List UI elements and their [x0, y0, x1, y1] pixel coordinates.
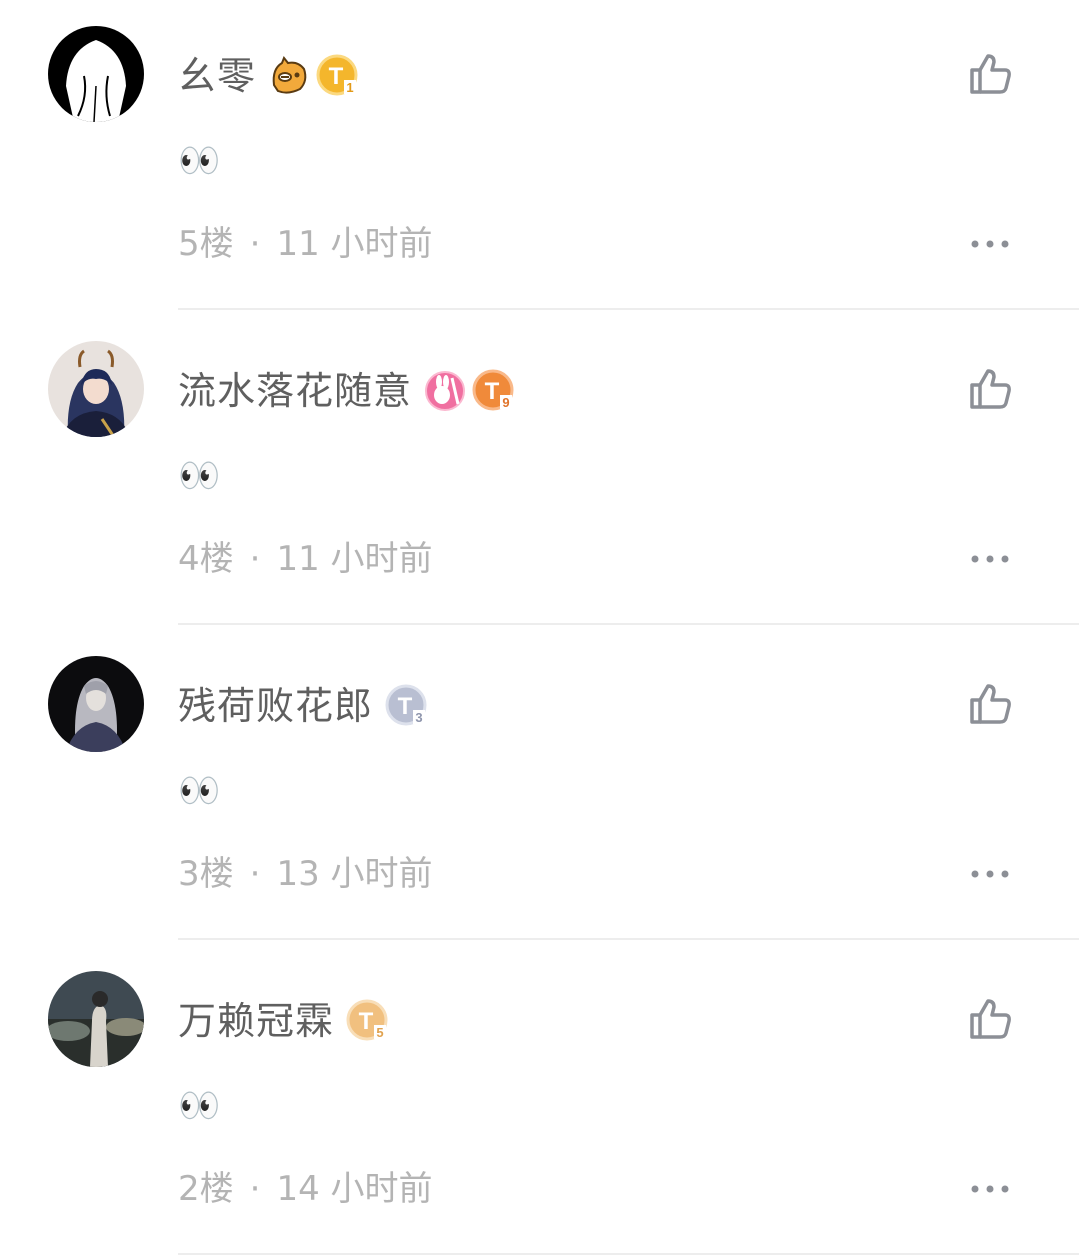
more-dots-icon	[971, 1185, 1009, 1193]
more-button[interactable]	[966, 858, 1014, 890]
user-info: 幺零 T 1	[178, 46, 360, 106]
thumbs-up-icon	[970, 369, 1011, 409]
comment-meta: 4楼 · 11 小时前	[178, 533, 433, 585]
avatar[interactable]	[48, 26, 144, 122]
badge-label: T	[398, 693, 413, 720]
comment-item: 流水落花随意 T 9 👀 4楼 · 11 小时前	[0, 315, 1079, 630]
comment-meta: 5楼 · 11 小时前	[178, 218, 433, 270]
comment-content: 👀	[178, 456, 221, 496]
timestamp: 11 小时前	[276, 224, 433, 264]
badge-level: 5	[376, 1025, 383, 1040]
badge-label: T	[329, 63, 344, 90]
divider	[178, 623, 1079, 625]
username[interactable]: 残荷败花郎	[178, 676, 373, 736]
more-button[interactable]	[966, 228, 1014, 260]
more-dots-icon	[971, 870, 1009, 878]
timestamp: 14 小时前	[276, 1169, 433, 1209]
like-button[interactable]	[962, 361, 1018, 417]
thumbs-up-icon	[970, 999, 1011, 1039]
comment-meta: 3楼 · 13 小时前	[178, 848, 433, 900]
meta-separator: ·	[249, 854, 261, 894]
badge-label: T	[359, 1008, 374, 1035]
thumbs-up-icon	[970, 54, 1011, 94]
floor-label: 2楼	[178, 1169, 234, 1209]
t-level-badge-icon: T 9	[472, 369, 516, 413]
t-level-badge-icon: T 3	[385, 684, 429, 728]
comment-content: 👀	[178, 141, 221, 181]
t-level-badge-icon: T 5	[346, 999, 390, 1043]
avatar[interactable]	[48, 656, 144, 752]
comment-list: 幺零 T 1 👀 5楼 · 11 小时前 流水落花随意 T 9 👀 4楼 · 1…	[0, 0, 1079, 1257]
t-level-badge-icon: T 1	[316, 54, 360, 98]
comment-item: 残荷败花郎 T 3 👀 3楼 · 13 小时前	[0, 630, 1079, 945]
more-dots-icon	[971, 555, 1009, 563]
cat-face-badge-icon	[268, 55, 310, 97]
timestamp: 13 小时前	[276, 854, 433, 894]
username[interactable]: 流水落花随意	[178, 361, 412, 421]
comment-content: 👀	[178, 1086, 221, 1126]
like-button[interactable]	[962, 46, 1018, 102]
comment-content: 👀	[178, 771, 221, 811]
username[interactable]: 幺零	[178, 46, 256, 106]
user-info: 流水落花随意 T 9	[178, 361, 516, 421]
thumbs-up-icon	[970, 684, 1011, 724]
divider	[178, 1253, 1079, 1255]
like-button[interactable]	[962, 991, 1018, 1047]
comment-item: 幺零 T 1 👀 5楼 · 11 小时前	[0, 0, 1079, 315]
meta-separator: ·	[249, 224, 261, 264]
comment-item: 万赖冠霖 T 5 👀 2楼 · 14 小时前	[0, 945, 1079, 1257]
user-info: 万赖冠霖 T 5	[178, 991, 390, 1051]
meta-separator: ·	[249, 539, 261, 579]
divider	[178, 938, 1079, 940]
badge-level: 1	[346, 80, 353, 95]
meta-separator: ·	[249, 1169, 261, 1209]
badge-level: 9	[502, 395, 509, 410]
avatar[interactable]	[48, 341, 144, 437]
divider	[178, 308, 1079, 310]
rabbit-2023-badge-icon	[424, 370, 466, 412]
badge-level: 3	[415, 710, 422, 725]
user-info: 残荷败花郎 T 3	[178, 676, 429, 736]
badge-label: T	[485, 378, 500, 405]
floor-label: 3楼	[178, 854, 234, 894]
timestamp: 11 小时前	[276, 539, 433, 579]
username[interactable]: 万赖冠霖	[178, 991, 334, 1051]
more-dots-icon	[971, 240, 1009, 248]
like-button[interactable]	[962, 676, 1018, 732]
more-button[interactable]	[966, 1173, 1014, 1205]
floor-label: 4楼	[178, 539, 234, 579]
more-button[interactable]	[966, 543, 1014, 575]
avatar[interactable]	[48, 971, 144, 1067]
comment-meta: 2楼 · 14 小时前	[178, 1163, 433, 1215]
floor-label: 5楼	[178, 224, 234, 264]
